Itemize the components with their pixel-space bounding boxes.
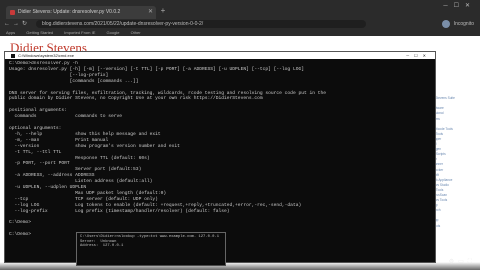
reload-icon[interactable]: ↻ — [22, 19, 27, 29]
forward-icon[interactable]: → — [13, 19, 19, 29]
browser-chrome: Didier Stevens: Update: dnsresolver.py V… — [0, 0, 480, 36]
browser-tab[interactable]: Didier Stevens: Update: dnsresolver.py V… — [6, 6, 156, 19]
cmd-title: C:\Windows\system32\cmd.exe — [18, 53, 74, 58]
cmd-titlebar[interactable]: C:\Windows\system32\cmd.exe ─☐✕ — [5, 52, 435, 59]
terminal-icon — [11, 54, 15, 58]
popup-line: C:\Users\Didier>nslookup -type=txt www.e… — [80, 235, 219, 239]
bookmark-item[interactable]: Google — [107, 30, 120, 35]
tab-title: Didier Stevens: Update: dnsresolver.py V… — [18, 9, 121, 15]
back-icon[interactable]: ← — [4, 19, 10, 29]
close-tab-icon[interactable]: ✕ — [148, 6, 153, 19]
bookmark-item[interactable]: Apps — [6, 30, 15, 35]
new-tab-button[interactable]: + — [158, 6, 168, 16]
favicon-icon — [10, 10, 15, 15]
window-controls[interactable]: ─☐✕ — [443, 2, 476, 9]
bookmark-item[interactable]: Imported From IE — [64, 30, 95, 35]
cmd-window-controls[interactable]: ─☐✕ — [406, 52, 431, 59]
nslookup-output: C:\Users\Didier>nslookup -type=txt www.e… — [80, 235, 219, 249]
bookmark-item[interactable]: Other — [131, 30, 141, 35]
address-bar[interactable]: blog.didierstevens.com/2021/05/22/update… — [36, 20, 366, 28]
bookmarks-bar: Apps Getting Started Imported From IE Go… — [0, 29, 480, 36]
video-controls-bar — [0, 262, 480, 270]
avatar[interactable] — [442, 20, 450, 28]
video-controls[interactable]: ⚙▭⛶ — [449, 258, 476, 266]
second-cmd-window[interactable]: C:\Users\Didier>nslookup -type=txt www.e… — [76, 232, 226, 266]
incognito-label: Incognito — [453, 21, 474, 27]
terminal-output: C:\Demo>dnsresolver.py -h Usage: dnsresol… — [9, 61, 431, 260]
popup-line: Address: 127.0.0.1 — [80, 244, 124, 249]
bookmark-item[interactable]: Getting Started — [26, 30, 53, 35]
